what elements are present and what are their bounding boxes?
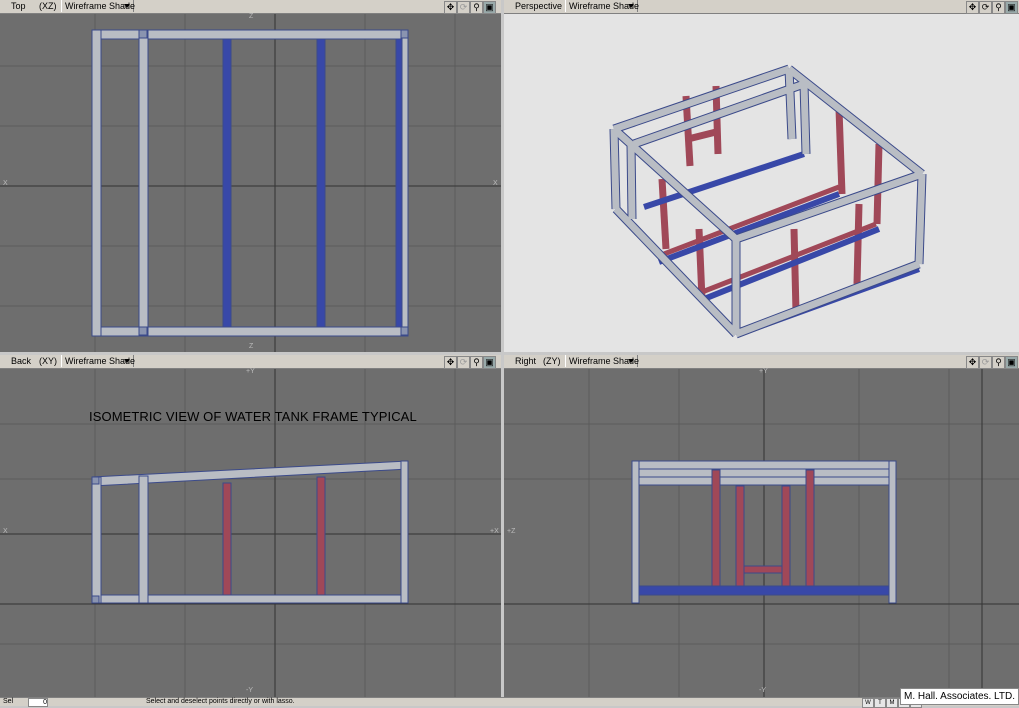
rotate-view-icon[interactable]: ⟳: [979, 1, 992, 14]
shading-dropdown[interactable]: Wireframe Shade: [565, 0, 639, 12]
axis-label-top: Z: [249, 13, 254, 20]
axis-label-top: +Y: [759, 368, 768, 375]
viewport-perspective[interactable]: Perspective Wireframe Shade ✥ ⟳ ⚲ ▣: [504, 0, 1019, 352]
axes-dropdown[interactable]: (XY): [36, 355, 57, 368]
viewport-top-header: Top (XZ) Wireframe Shade ✥ ⟳ ⚲ ▣: [0, 0, 501, 14]
view-label[interactable]: Back: [8, 355, 31, 368]
rotate-view-icon[interactable]: ⟳: [457, 1, 470, 14]
status-mini-button[interactable]: W: [862, 698, 874, 708]
zoom-view-icon[interactable]: ⚲: [992, 1, 1005, 14]
viewport-top[interactable]: Top (XZ) Wireframe Shade ✥ ⟳ ⚲ ▣ Z Z X X: [0, 0, 501, 352]
viewport-right-header: Right (ZY) Wireframe Shade ✥ ⟳ ⚲ ▣: [504, 355, 1019, 369]
right-view-canvas[interactable]: [504, 369, 1019, 697]
viewport-divider-vertical[interactable]: [501, 0, 504, 697]
zoom-view-icon[interactable]: ⚲: [470, 1, 483, 14]
axes-dropdown[interactable]: (XZ): [36, 0, 57, 13]
maximize-view-icon[interactable]: ▣: [1005, 356, 1018, 369]
top-view-canvas[interactable]: [0, 14, 501, 352]
shading-dropdown[interactable]: Wireframe Shade: [565, 355, 639, 367]
axis-label-left: X: [3, 180, 8, 187]
viewport-right[interactable]: Right (ZY) Wireframe Shade ✥ ⟳ ⚲ ▣ +Y -Y…: [504, 355, 1019, 697]
view-label[interactable]: Top: [8, 0, 26, 13]
viewport-divider-horizontal[interactable]: [0, 352, 1019, 355]
view-label[interactable]: Perspective: [512, 0, 562, 13]
annotation-text: ISOMETRIC VIEW OF WATER TANK FRAME TYPIC…: [89, 409, 417, 424]
status-mini-button[interactable]: T: [874, 698, 886, 708]
axis-label-bottom: -Y: [759, 687, 766, 694]
axis-label-top: +Y: [246, 368, 255, 375]
rotate-view-icon[interactable]: ⟳: [457, 356, 470, 369]
maximize-view-icon[interactable]: ▣: [483, 356, 496, 369]
move-view-icon[interactable]: ✥: [966, 1, 979, 14]
maximize-view-icon[interactable]: ▣: [1005, 1, 1018, 14]
perspective-canvas[interactable]: [504, 14, 1019, 352]
status-mini-button[interactable]: M: [886, 698, 898, 708]
move-view-icon[interactable]: ✥: [444, 356, 457, 369]
axes-dropdown[interactable]: (ZY): [540, 355, 561, 368]
shading-dropdown[interactable]: Wireframe Shade: [61, 355, 135, 367]
viewport-back[interactable]: Back (XY) Wireframe Shade ✥ ⟳ ⚲ ▣ ISOMET…: [0, 355, 501, 697]
view-label[interactable]: Right: [512, 355, 536, 368]
viewport-back-header: Back (XY) Wireframe Shade ✥ ⟳ ⚲ ▣: [0, 355, 501, 369]
company-watermark: M. Hall. Associates. LTD.: [900, 688, 1019, 705]
axis-label-right: X: [493, 180, 498, 187]
rotate-view-icon[interactable]: ⟳: [979, 356, 992, 369]
shading-dropdown[interactable]: Wireframe Shade: [61, 0, 135, 12]
axis-label-left: X: [3, 528, 8, 535]
zoom-view-icon[interactable]: ⚲: [992, 356, 1005, 369]
axis-label-bottom: Z: [249, 343, 254, 350]
zoom-view-icon[interactable]: ⚲: [470, 356, 483, 369]
move-view-icon[interactable]: ✥: [966, 356, 979, 369]
axis-label-left: +Z: [507, 528, 516, 535]
maximize-view-icon[interactable]: ▣: [483, 1, 496, 14]
move-view-icon[interactable]: ✥: [444, 1, 457, 14]
axis-label-right: +X: [490, 528, 499, 535]
selection-count: 0: [28, 698, 48, 707]
viewport-perspective-header: Perspective Wireframe Shade ✥ ⟳ ⚲ ▣: [504, 0, 1019, 14]
axis-label-bottom: -Y: [246, 687, 253, 694]
